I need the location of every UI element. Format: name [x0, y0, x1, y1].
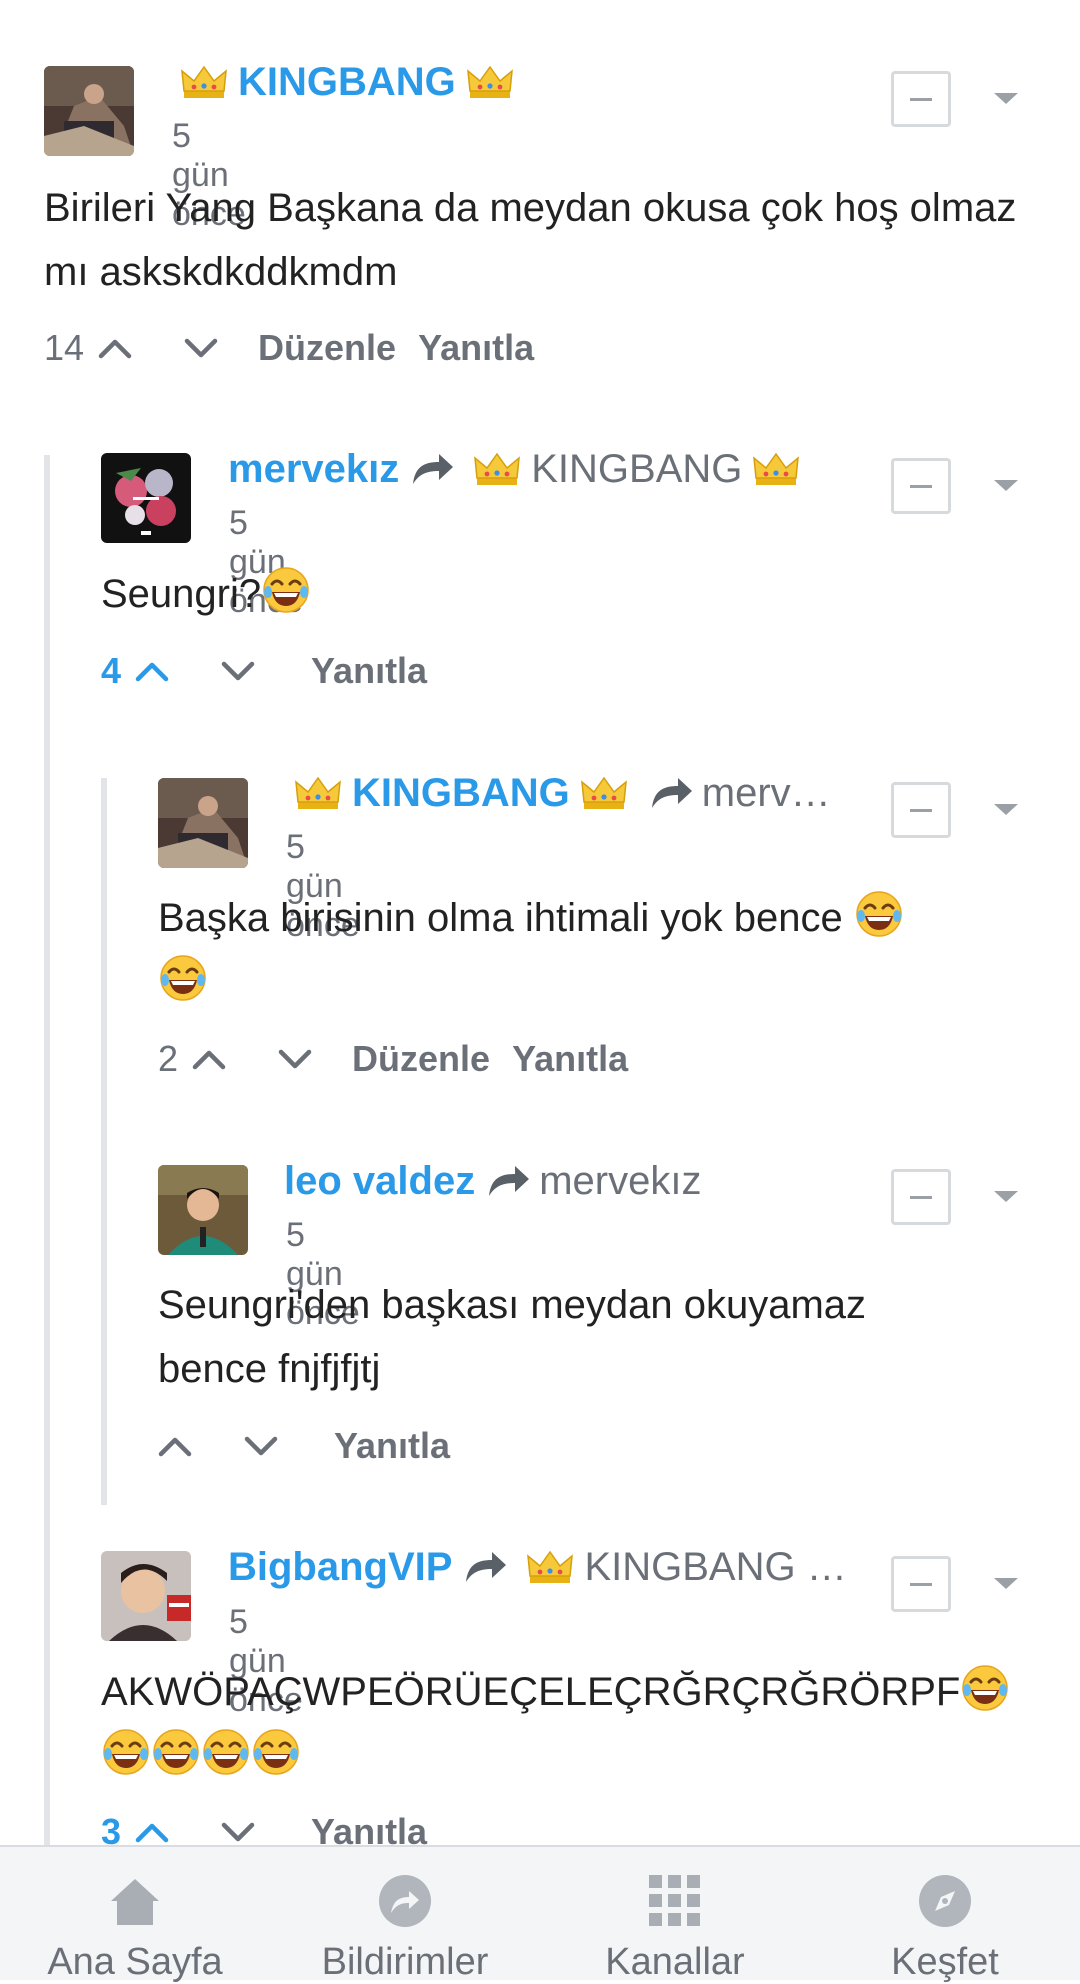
crown-icon — [473, 452, 521, 486]
downvote-icon[interactable] — [221, 660, 255, 682]
vote-count: 4 — [101, 650, 122, 691]
reply-link[interactable]: Yanıtla — [311, 1811, 427, 1845]
chevron-down-icon[interactable] — [994, 1578, 1018, 1589]
crown-icon — [580, 776, 628, 810]
comment-actions: 4 Yanıtla — [101, 643, 427, 699]
comment-feed: KINGBANG 5 gün önce Birileri Yang Başkan… — [0, 0, 1080, 1845]
comment-actions: 14 Düzenle Yanıtla — [44, 320, 534, 376]
laughing-emoji-icon — [151, 1727, 201, 1777]
comment-header: BigbangVIP KINGBANG … — [228, 1541, 847, 1593]
author-name[interactable]: KINGBANG — [238, 60, 456, 105]
upvote-icon[interactable] — [192, 1048, 226, 1070]
comment-body: Birileri Yang Başkana da meydan okusa ço… — [44, 186, 1017, 294]
downvote-icon[interactable] — [244, 1435, 278, 1457]
chevron-down-icon[interactable] — [994, 804, 1018, 815]
compass-icon — [917, 1873, 973, 1929]
bottom-navigation: Ana Sayfa Bildirimler Kanallar Keşfet — [0, 1845, 1080, 1983]
avatar[interactable] — [101, 453, 191, 543]
comment-actions: 3 Yanıtla — [101, 1804, 427, 1845]
comment-body: Seungri'den başkası meydan okuyamaz benc… — [158, 1273, 1038, 1401]
nav-notifications[interactable]: Bildirimler — [270, 1847, 540, 1983]
author-name[interactable]: BigbangVIP — [228, 1545, 452, 1590]
crown-icon — [294, 776, 342, 810]
reply-link[interactable]: Yanıtla — [334, 1425, 450, 1467]
collapse-button[interactable] — [891, 1169, 951, 1225]
comment-text: Seungri? — [101, 572, 262, 616]
laughing-emoji-icon — [960, 1663, 1010, 1713]
laughing-emoji-icon — [158, 953, 208, 1003]
downvote-icon[interactable] — [278, 1048, 312, 1070]
share-arrow-icon — [377, 1873, 433, 1929]
avatar[interactable] — [101, 1551, 191, 1641]
collapse-button[interactable] — [891, 71, 951, 127]
laughing-emoji-icon — [201, 1727, 251, 1777]
reply-arrow-icon — [650, 776, 694, 810]
chevron-down-icon[interactable] — [994, 93, 1018, 104]
avatar[interactable] — [44, 66, 134, 156]
grid-icon — [647, 1873, 703, 1929]
author-name[interactable]: KINGBANG — [352, 771, 570, 816]
author-name[interactable]: leo valdez — [284, 1159, 475, 1204]
upvote-icon[interactable] — [135, 1821, 169, 1843]
collapse-button[interactable] — [891, 782, 951, 838]
edit-link[interactable]: Düzenle — [352, 1038, 490, 1080]
comment-text: Başka birisinin olma ihtimali yok bence — [158, 896, 854, 940]
laughing-emoji-icon — [101, 1727, 151, 1777]
reply-link[interactable]: Yanıtla — [512, 1038, 628, 1080]
avatar[interactable] — [158, 1165, 248, 1255]
avatar[interactable] — [158, 778, 248, 868]
reply-arrow-icon — [411, 452, 455, 486]
downvote-icon[interactable] — [221, 1821, 255, 1843]
laughing-emoji-icon — [261, 565, 311, 615]
nav-channels[interactable]: Kanallar — [540, 1847, 810, 1983]
author-name[interactable]: mervekız — [228, 447, 399, 492]
reply-arrow-icon — [464, 1550, 508, 1584]
comment-header: leo valdez mervekız — [284, 1155, 701, 1207]
crown-icon — [526, 1550, 574, 1584]
vote-count: 3 — [101, 1811, 122, 1845]
reply-arrow-icon — [487, 1164, 531, 1198]
comment-header: mervekız KINGBANG — [228, 443, 810, 495]
downvote-icon[interactable] — [184, 337, 218, 359]
comment-text-line: bence fnjfjfjtj — [158, 1347, 381, 1391]
collapse-button[interactable] — [891, 1556, 951, 1612]
comment-actions: 2 Düzenle Yanıtla — [158, 1031, 628, 1087]
thread-line — [101, 778, 107, 1505]
reply-target[interactable]: KINGBANG … — [584, 1545, 846, 1590]
thread-line — [44, 455, 50, 1845]
upvote-icon[interactable] — [135, 660, 169, 682]
reply-target[interactable]: mervekız — [539, 1159, 701, 1204]
upvote-icon[interactable] — [98, 337, 132, 359]
comment-body: Seungri? — [101, 562, 1001, 626]
chevron-down-icon[interactable] — [994, 1191, 1018, 1202]
crown-icon — [180, 65, 228, 99]
edit-link[interactable]: Düzenle — [258, 327, 396, 369]
comment-body: Başka birisinin olma ihtimali yok bence — [158, 886, 1038, 1014]
laughing-emoji-icon — [251, 1727, 301, 1777]
upvote-icon[interactable] — [158, 1435, 192, 1457]
crown-icon — [752, 452, 800, 486]
laughing-emoji-icon — [854, 889, 904, 939]
comment-header: KINGBANG — [170, 56, 524, 108]
vote-count: 14 — [44, 327, 85, 368]
home-icon — [107, 1873, 163, 1929]
comment-actions: Yanıtla — [158, 1418, 450, 1474]
collapse-button[interactable] — [891, 458, 951, 514]
reply-link[interactable]: Yanıtla — [418, 327, 534, 369]
comment-text: AKWÖPAÇWPEÖRÜEÇELEÇRĞRÇRĞRÖRPF — [101, 1670, 961, 1714]
comment-body: AKWÖPAÇWPEÖRÜEÇELEÇRĞRÇRĞRÖRPF — [101, 1660, 1061, 1788]
chevron-down-icon[interactable] — [994, 480, 1018, 491]
nav-home[interactable]: Ana Sayfa — [0, 1847, 270, 1983]
crown-icon — [466, 65, 514, 99]
reply-target[interactable]: KINGBANG — [531, 447, 742, 492]
vote-count: 2 — [158, 1038, 179, 1079]
reply-target[interactable]: merv… — [702, 771, 831, 816]
reply-link[interactable]: Yanıtla — [311, 650, 427, 692]
comment-text-line: Seungri'den başkası meydan okuyamaz — [158, 1283, 867, 1327]
comment-header: KINGBANG merv… — [284, 767, 831, 819]
nav-explore[interactable]: Keşfet — [810, 1847, 1080, 1983]
